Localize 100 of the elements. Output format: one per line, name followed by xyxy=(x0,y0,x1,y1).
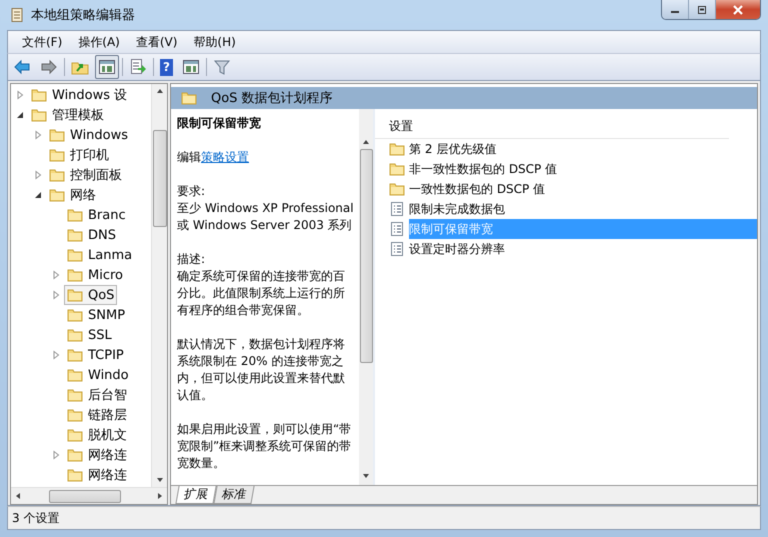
close-button[interactable] xyxy=(715,0,760,19)
tree-item[interactable]: Lanma xyxy=(64,245,136,265)
folder-icon xyxy=(67,227,83,243)
panel-icon[interactable] xyxy=(98,58,116,76)
right-arrow-icon xyxy=(157,492,163,500)
policy-settings-link[interactable]: 策略设置 xyxy=(201,150,249,164)
folder-icon xyxy=(31,107,47,123)
column-header[interactable]: 设置 xyxy=(375,115,729,139)
tree-item[interactable]: 链路层 xyxy=(64,404,130,426)
tree-item[interactable]: 网络连 xyxy=(64,464,130,486)
menu-item[interactable]: 查看(V) xyxy=(128,32,186,52)
down-arrow-icon xyxy=(156,477,164,483)
status-text: 3 个设置 xyxy=(12,510,60,526)
collapsed-arrow-icon[interactable] xyxy=(51,290,61,300)
maximize-button[interactable] xyxy=(688,0,715,19)
description-text: 如果启用此设置，则可以使用“带宽限制”框来调整系统可保留的带宽数量。 xyxy=(177,421,352,472)
tree-item[interactable]: QoS xyxy=(64,285,118,305)
folder-icon xyxy=(67,367,83,383)
help-icon[interactable]: ? xyxy=(160,58,173,76)
policy-icon xyxy=(389,221,405,237)
tree-item[interactable]: SSL xyxy=(64,325,115,345)
tree-item[interactable]: SNMP xyxy=(64,305,128,325)
back-arrow-icon[interactable] xyxy=(13,58,31,76)
tree-item[interactable]: 网络连 xyxy=(64,444,130,466)
scroll-thumb[interactable] xyxy=(152,130,166,227)
edit-label: 编辑 xyxy=(177,150,201,164)
scrollbar[interactable] xyxy=(11,487,167,504)
collapsed-arrow-icon[interactable] xyxy=(15,90,25,100)
scroll-thumb[interactable] xyxy=(49,490,121,502)
up-arrow-icon xyxy=(156,88,164,94)
notebook-icon xyxy=(9,7,25,23)
folder-icon xyxy=(181,90,197,106)
down-arrow-icon xyxy=(362,473,370,479)
description-text: 默认情况下，数据包计划程序将系统限制在 20% 的连接带宽之内，但可以使用此设置来替代默认值。 xyxy=(177,336,346,404)
tree-item[interactable]: Windows 设 xyxy=(28,84,130,106)
tree-item[interactable]: Micro xyxy=(64,265,126,285)
close-icon xyxy=(732,4,744,14)
scrollbar[interactable] xyxy=(359,109,373,485)
folder-icon xyxy=(49,167,65,183)
expanded-arrow-icon[interactable] xyxy=(33,190,43,200)
folder-icon xyxy=(31,87,47,103)
folder-icon xyxy=(389,141,405,157)
menu-item[interactable]: 帮助(H) xyxy=(185,32,244,52)
scrollbar[interactable] xyxy=(151,84,167,487)
folder-icon xyxy=(389,161,405,177)
folder-icon xyxy=(67,407,83,423)
collapsed-arrow-icon[interactable] xyxy=(51,270,61,280)
list-item[interactable]: 一致性数据包的 DSCP 值 xyxy=(375,179,757,199)
list-item[interactable]: 限制未完成数据包 xyxy=(375,199,757,219)
list-item[interactable]: 设置定时器分辨率 xyxy=(375,239,757,259)
window-title: 本地组策略编辑器 xyxy=(31,7,135,24)
folder-icon xyxy=(67,327,83,343)
collapsed-arrow-icon[interactable] xyxy=(51,450,61,460)
maximize-icon xyxy=(697,6,707,14)
filter-icon[interactable] xyxy=(213,58,231,76)
folder-icon xyxy=(67,267,83,283)
tree-item[interactable]: 打印机 xyxy=(46,144,112,166)
description-label: 描述: xyxy=(177,251,206,268)
folder-icon xyxy=(67,347,83,363)
folder-icon xyxy=(67,247,83,263)
list-item[interactable]: 第 2 层优先级值 xyxy=(375,139,757,159)
tree-item[interactable]: 网络 xyxy=(46,184,99,206)
folder-icon xyxy=(49,127,65,143)
tree-item[interactable]: Branc xyxy=(64,205,129,225)
panel-icon[interactable] xyxy=(182,58,200,76)
requirements-label: 要求: xyxy=(177,183,206,200)
policy-icon xyxy=(389,201,405,217)
policy-icon xyxy=(389,241,405,257)
folder-icon xyxy=(67,427,83,443)
tree-item[interactable]: 管理模板 xyxy=(28,104,107,126)
tab[interactable]: 扩展 xyxy=(175,486,217,504)
folder-icon xyxy=(67,287,83,303)
menu-item[interactable]: 操作(A) xyxy=(70,32,128,52)
tree-item[interactable]: 控制面板 xyxy=(46,164,125,186)
collapsed-arrow-icon[interactable] xyxy=(51,350,61,360)
policy-title: 限制可保留带宽 xyxy=(177,115,262,132)
up-arrow-icon xyxy=(362,139,370,145)
list-item[interactable]: 非一致性数据包的 DSCP 值 xyxy=(375,159,757,179)
collapsed-arrow-icon[interactable] xyxy=(33,170,43,180)
tree-item[interactable]: 后台智 xyxy=(64,384,130,406)
export-list-icon[interactable] xyxy=(129,58,147,76)
scroll-thumb[interactable] xyxy=(360,149,372,363)
header-title: QoS 数据包计划程序 xyxy=(211,90,333,107)
tree-item[interactable]: Windows xyxy=(46,125,132,145)
requirements-text: 至少 Windows XP Professional 或 Windows Server 2003 系列 xyxy=(177,200,355,234)
forward-arrow-icon[interactable] xyxy=(40,58,58,76)
menu-item[interactable]: 文件(F) xyxy=(14,32,70,52)
collapsed-arrow-icon[interactable] xyxy=(33,130,43,140)
folder-icon xyxy=(67,467,83,483)
minimize-button[interactable] xyxy=(662,0,688,19)
folder-icon xyxy=(49,187,65,203)
tree-item[interactable]: DNS xyxy=(64,225,119,245)
tab[interactable]: 标准 xyxy=(213,486,255,504)
folder-icon xyxy=(67,207,83,223)
expanded-arrow-icon[interactable] xyxy=(15,110,25,120)
tree-item[interactable]: TCPIP xyxy=(64,345,127,365)
left-arrow-icon xyxy=(15,492,21,500)
folder-icon xyxy=(389,181,405,197)
tree-item[interactable]: 脱机文 xyxy=(64,424,130,446)
tree-item[interactable]: Windo xyxy=(64,365,132,385)
